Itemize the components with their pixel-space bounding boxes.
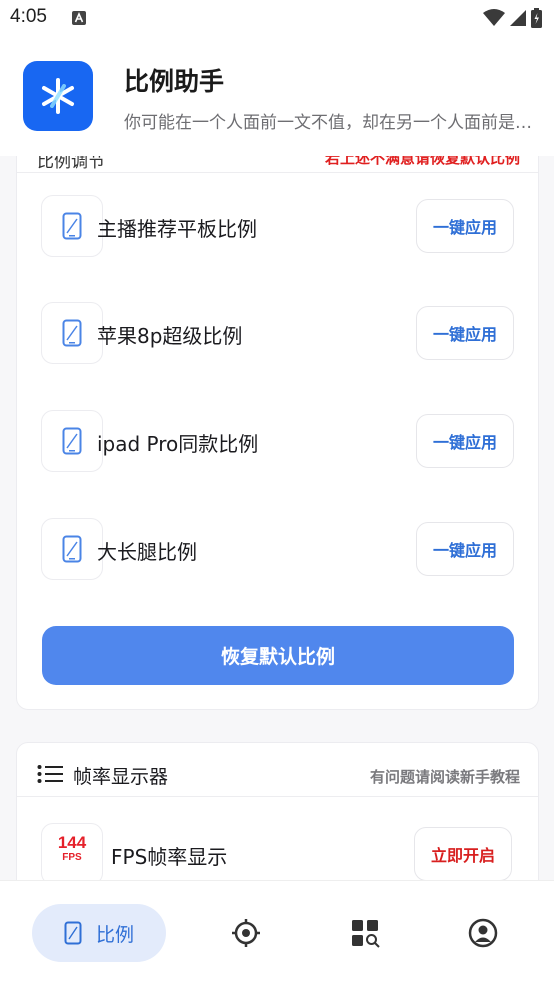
wifi-icon	[483, 9, 505, 26]
ratio-label: 苹果8p超级比例	[97, 324, 243, 348]
fps-144-icon: 144 FPS	[41, 823, 103, 880]
fps-icon-number: 144	[57, 833, 87, 852]
app-logo	[23, 61, 93, 131]
apps-search-icon	[352, 920, 380, 948]
ratio-row: ipad Pro同款比例 一键应用	[17, 410, 540, 472]
ratio-section-title: 比例调节	[37, 156, 105, 172]
ratio-card: 比例调节 若上述不满意请恢复默认比例 主播推荐平板比例 一键应用 苹果8p超级比…	[16, 156, 539, 710]
status-time: 4:05	[10, 6, 47, 27]
nav-tab-profile[interactable]	[467, 917, 499, 949]
tablet-icon	[41, 302, 103, 364]
tablet-icon	[41, 518, 103, 580]
apply-ratio-button[interactable]: 一键应用	[416, 522, 514, 576]
apply-ratio-button[interactable]: 一键应用	[416, 199, 514, 253]
tutorial-hint[interactable]: 有问题请阅读新手教程	[370, 766, 520, 787]
fps-display-label: FPS帧率显示	[111, 845, 228, 869]
nav-tab-ratio-label: 比例	[95, 923, 134, 946]
fps-section-title: 帧率显示器	[73, 766, 169, 788]
notification-a-icon	[72, 11, 86, 25]
signal-icon	[510, 10, 526, 26]
fps-card: 帧率显示器 有问题请阅读新手教程 144 FPS FPS帧率显示 立即开启	[16, 742, 539, 880]
content-scroll-area[interactable]: 比例调节 若上述不满意请恢复默认比例 主播推荐平板比例 一键应用 苹果8p超级比…	[0, 156, 554, 880]
tablet-icon	[41, 410, 103, 472]
apply-ratio-button[interactable]: 一键应用	[416, 306, 514, 360]
bottom-navigation: 比例	[0, 880, 554, 985]
fps-icon-unit: FPS	[62, 852, 82, 863]
battery-icon	[531, 8, 542, 28]
ratio-label: 主播推荐平板比例	[97, 217, 257, 241]
fps-card-header: 帧率显示器 有问题请阅读新手教程	[17, 743, 538, 797]
ratio-label: ipad Pro同款比例	[97, 432, 259, 456]
asterisk-logo-icon	[42, 78, 74, 114]
ratio-row: 苹果8p超级比例 一键应用	[17, 302, 540, 364]
profile-icon	[468, 918, 498, 948]
enable-fps-button[interactable]: 立即开启	[414, 827, 512, 880]
target-icon	[232, 919, 260, 947]
ratio-restore-hint: 若上述不满意请恢复默认比例	[324, 156, 520, 167]
status-icons	[483, 8, 542, 28]
nav-tab-apps[interactable]	[349, 917, 381, 949]
app-title: 比例助手	[124, 67, 225, 96]
tablet-icon	[41, 195, 103, 257]
ratio-row: 主播推荐平板比例 一键应用	[17, 195, 540, 257]
nav-tab-target[interactable]	[230, 917, 262, 949]
apply-ratio-button[interactable]: 一键应用	[416, 414, 514, 468]
ratio-row: 大长腿比例 一键应用	[17, 518, 540, 580]
status-bar: 4:05	[0, 0, 554, 38]
app-subtitle: 你可能在一个人面前一文不值，却在另一个人面前是无价之宝	[124, 113, 534, 133]
restore-default-button[interactable]: 恢复默认比例	[42, 626, 514, 685]
tablet-icon	[64, 921, 82, 945]
ratio-label: 大长腿比例	[97, 540, 197, 564]
list-icon	[37, 765, 63, 783]
nav-tab-ratio[interactable]: 比例	[32, 904, 166, 962]
ratio-card-header: 比例调节 若上述不满意请恢复默认比例	[17, 156, 538, 173]
app-header: 比例助手 你可能在一个人面前一文不值，却在另一个人面前是无价之宝	[0, 38, 554, 156]
